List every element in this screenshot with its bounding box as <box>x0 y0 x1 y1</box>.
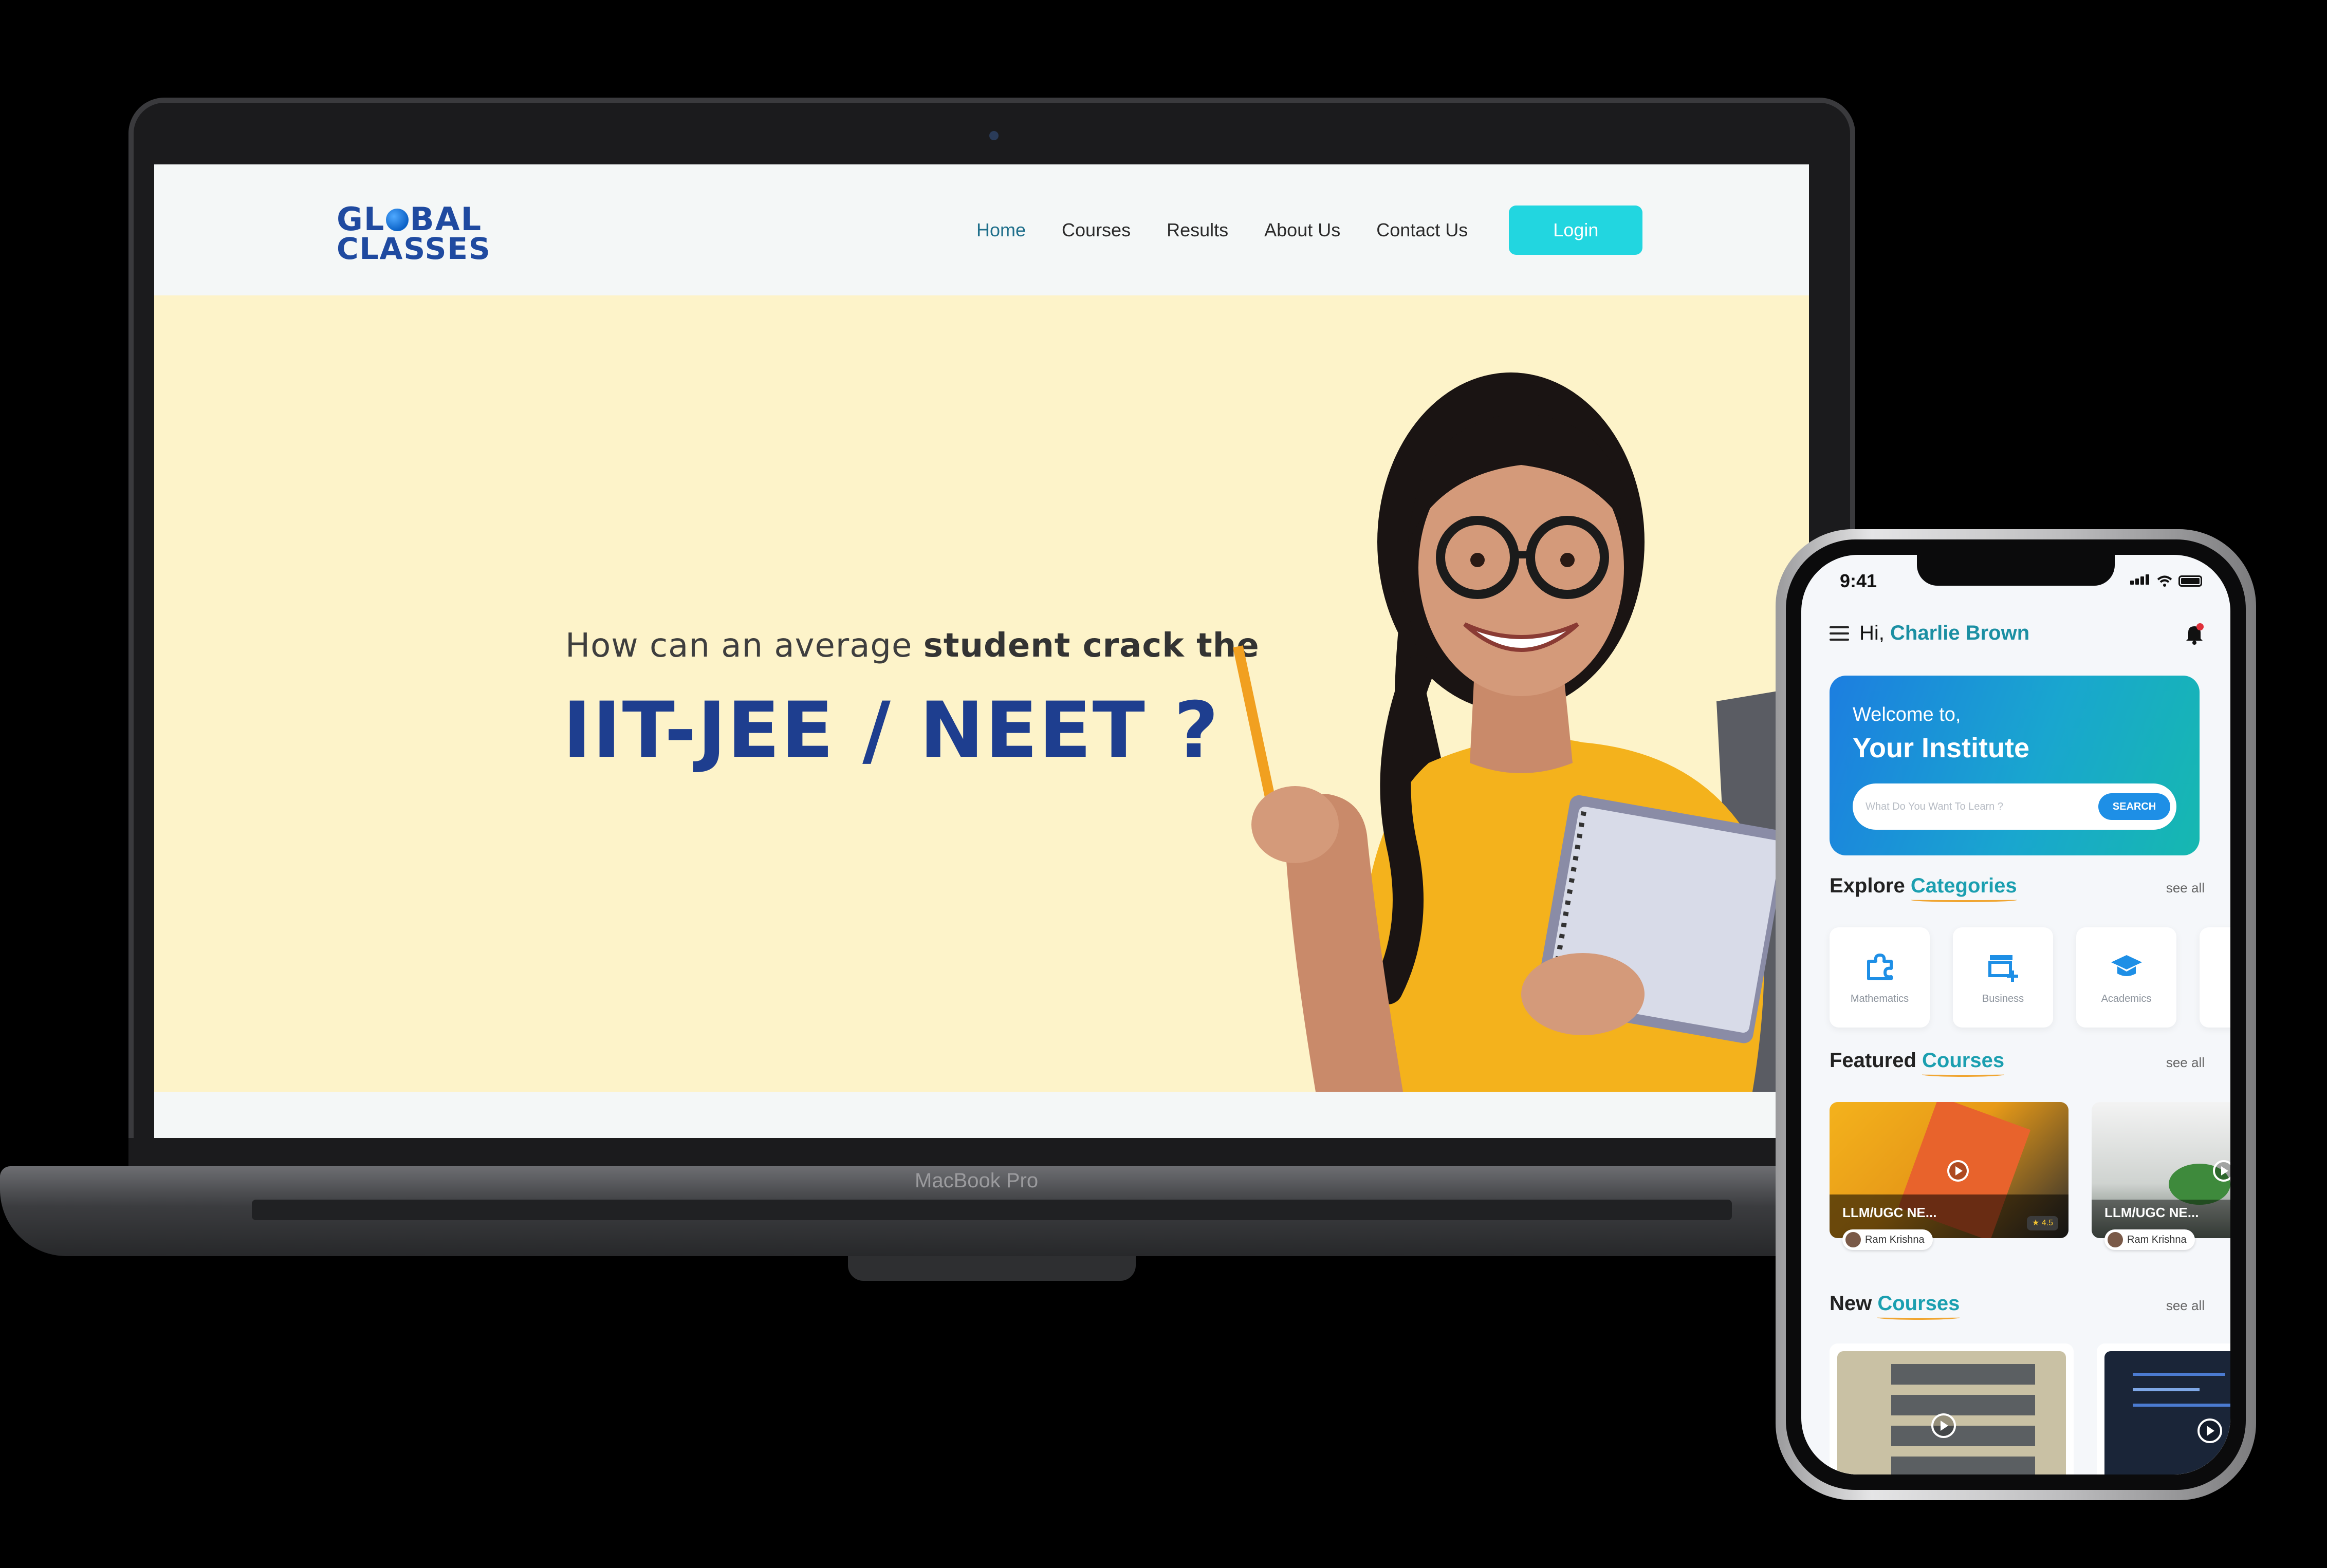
new-course-card[interactable] <box>2097 1343 2230 1474</box>
featured-header: Featured Courses see all <box>1830 1049 2205 1072</box>
status-time: 9:41 <box>1840 570 1877 591</box>
student-photo <box>1233 372 1794 1092</box>
main-nav: Home Courses Results About Us Contact Us… <box>976 164 1809 295</box>
featured-see-all-link[interactable]: see all <box>2166 1055 2205 1071</box>
laptop-brand-label: MacBook Pro <box>915 1169 1039 1192</box>
new-course-card[interactable] <box>1830 1343 2074 1474</box>
author-pill: Ram Krishna <box>1842 1229 1933 1250</box>
puzzle-icon <box>1867 954 1893 980</box>
author-pill: Ram Krishna <box>2104 1229 2195 1250</box>
institute-name: Your Institute <box>1853 733 2029 763</box>
bell-icon[interactable] <box>2184 622 2205 645</box>
logo-line2: CLASSES <box>337 231 491 266</box>
store-add-icon <box>1988 955 2018 982</box>
signal-icon <box>2130 574 2151 587</box>
code-screen-image <box>2104 1351 2230 1474</box>
search-input[interactable]: What Do You Want To Learn ? SEARCH <box>1853 783 2176 830</box>
hero-title: IIT-JEE / NEET ? <box>563 686 1220 775</box>
category-mathematics[interactable]: Mathematics <box>1830 927 1930 1028</box>
featured-title: Featured Courses <box>1830 1049 2005 1072</box>
nav-results[interactable]: Results <box>1167 219 1228 241</box>
status-icons <box>2130 574 2202 587</box>
keyboard-hinge <box>252 1200 1732 1220</box>
category-academics[interactable]: Academics <box>2076 927 2176 1028</box>
site-header: GL BAL CLASSES Home Courses Results About… <box>154 164 1809 295</box>
play-icon[interactable] <box>1947 1160 1969 1182</box>
menu-icon[interactable] <box>1830 626 1849 641</box>
course-thumbnail: LLM/UGC NE... ★ 4.5 <box>1830 1102 2069 1238</box>
phone-notch <box>1917 555 2115 586</box>
featured-course-card[interactable]: LLM/UGC NE... ★ 4.5 Ram Krishna <box>1830 1102 2069 1256</box>
new-courses-row <box>1830 1343 2230 1474</box>
search-placeholder: What Do You Want To Learn ? <box>1866 800 2003 812</box>
featured-course-card[interactable]: LLM/UGC NE... Ram Krishna <box>2092 1102 2230 1256</box>
trackpad-notch <box>848 1256 1136 1281</box>
categories-see-all-link[interactable]: see all <box>2166 880 2205 896</box>
login-button[interactable]: Login <box>1509 205 1643 255</box>
course-title: LLM/UGC NE... <box>1842 1205 1937 1220</box>
laptop-screen: GL BAL CLASSES Home Courses Results About… <box>154 164 1809 1138</box>
laptop-camera <box>989 131 999 140</box>
category-partial[interactable] <box>2200 927 2230 1028</box>
welcome-card: Welcome to, Your Institute What Do You W… <box>1830 676 2200 855</box>
categories-title: Explore Categories <box>1830 874 2017 897</box>
battery-icon <box>2178 575 2202 587</box>
globe-icon <box>386 209 409 231</box>
wifi-icon <box>2157 575 2172 587</box>
course-title: LLM/UGC NE... <box>2104 1205 2199 1220</box>
nav-about-us[interactable]: About Us <box>1264 219 1340 241</box>
welcome-text: Welcome to, <box>1853 704 1961 725</box>
stairs-image <box>1837 1351 2066 1474</box>
new-courses-see-all-link[interactable]: see all <box>2166 1298 2205 1314</box>
phone-screen: 9:41 Hi, Charlie Brown Welcome to, Your … <box>1801 555 2230 1474</box>
nav-contact-us[interactable]: Contact Us <box>1376 219 1468 241</box>
site-logo[interactable]: GL BAL CLASSES <box>337 200 491 266</box>
nav-home[interactable]: Home <box>976 219 1026 241</box>
graduation-cap-icon <box>2111 955 2142 976</box>
categories-header: Explore Categories see all <box>1830 874 2205 898</box>
laptop-chin <box>128 1138 1855 1166</box>
search-button[interactable]: SEARCH <box>2098 793 2170 820</box>
category-business[interactable]: Business <box>1953 927 2053 1028</box>
logo-line1: GL BAL <box>337 200 483 238</box>
greeting: Hi, Charlie Brown <box>1859 622 2030 644</box>
avatar <box>1845 1232 1861 1247</box>
featured-courses-row: LLM/UGC NE... ★ 4.5 Ram Krishna LLM/UGC … <box>1830 1102 2230 1256</box>
hero-subtitle: How can an average student crack the <box>565 627 1260 665</box>
course-thumbnail: LLM/UGC NE... <box>2092 1102 2230 1238</box>
app-header: Hi, Charlie Brown <box>1830 622 2205 645</box>
hero-banner: How can an average student crack the IIT… <box>154 295 1809 1092</box>
categories-row: Mathematics Business Academics <box>1830 927 2230 1028</box>
rating-badge: ★ 4.5 <box>2026 1216 2058 1230</box>
new-courses-title: New Courses <box>1830 1292 1960 1315</box>
play-icon[interactable] <box>2212 1160 2230 1182</box>
avatar <box>2108 1232 2123 1247</box>
nav-courses[interactable]: Courses <box>1062 219 1131 241</box>
new-courses-header: New Courses see all <box>1830 1292 2205 1315</box>
user-name: Charlie Brown <box>1890 622 2030 644</box>
